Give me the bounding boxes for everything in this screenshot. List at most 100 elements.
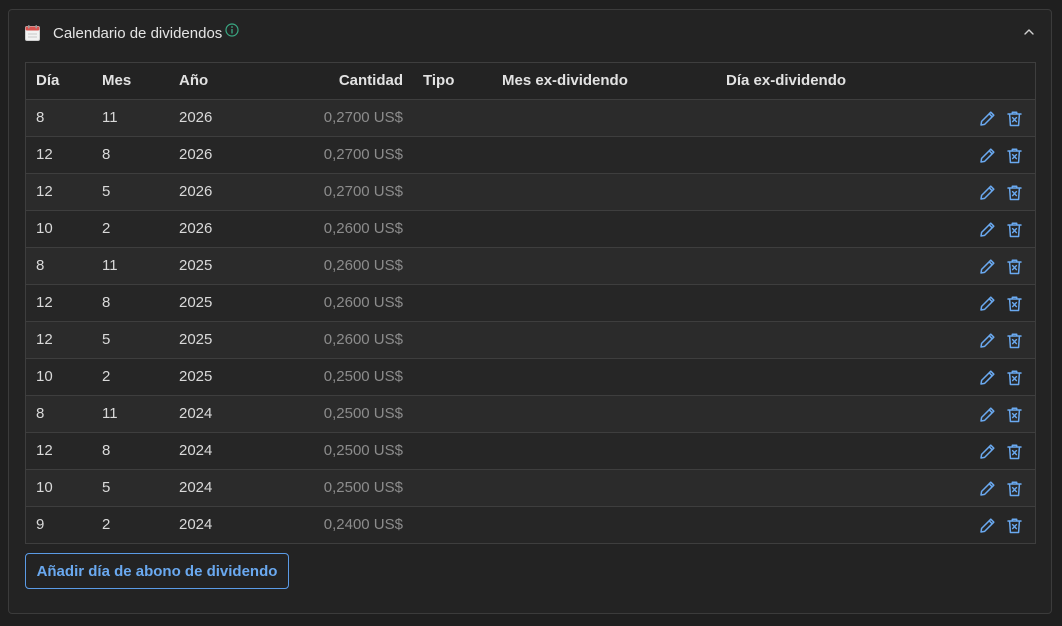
column-header-tipo: Tipo <box>423 72 455 89</box>
cell-ano: 2025 <box>179 257 213 274</box>
table-header-row: Día Mes Año Cantidad Tipo Mes ex-dividen… <box>26 63 1035 100</box>
cell-ano: 2025 <box>179 368 213 385</box>
cell-cantidad: 0,2700 US$ <box>323 146 403 163</box>
cell-cantidad: 0,2500 US$ <box>323 479 403 496</box>
trash-icon[interactable] <box>1006 406 1023 423</box>
pencil-icon[interactable] <box>979 295 996 312</box>
table-row: 8 11 2025 0,2600 US$ <box>26 248 1035 285</box>
dividend-table: Día Mes Año Cantidad Tipo Mes ex-dividen… <box>25 62 1036 544</box>
cell-ano: 2024 <box>179 516 213 533</box>
column-header-mes: Mes <box>102 72 132 89</box>
cell-mes: 11 <box>102 257 118 274</box>
cell-mes: 2 <box>102 516 111 533</box>
cell-mes: 8 <box>102 146 111 163</box>
cell-cantidad: 0,2600 US$ <box>323 220 403 237</box>
cell-ano: 2026 <box>179 183 213 200</box>
cell-dia: 8 <box>36 257 45 274</box>
cell-mes: 5 <box>102 331 111 348</box>
cell-dia: 8 <box>36 109 45 126</box>
cell-mes: 2 <box>102 368 111 385</box>
panel-header: Calendario de dividendos <box>9 10 1051 56</box>
column-header-mes-ex-dividendo: Mes ex-dividendo <box>502 72 628 89</box>
trash-icon[interactable] <box>1006 295 1023 312</box>
cell-ano: 2026 <box>179 109 213 126</box>
trash-icon[interactable] <box>1006 517 1023 534</box>
cell-cantidad: 0,2400 US$ <box>323 516 403 533</box>
trash-icon[interactable] <box>1006 184 1023 201</box>
cell-cantidad: 0,2700 US$ <box>323 109 403 126</box>
table-row: 10 2 2026 0,2600 US$ <box>26 211 1035 248</box>
cell-ano: 2025 <box>179 294 213 311</box>
column-header-dia: Día <box>36 72 60 89</box>
cell-mes: 8 <box>102 442 111 459</box>
cell-dia: 12 <box>36 331 53 348</box>
trash-icon[interactable] <box>1006 221 1023 238</box>
table-row: 12 5 2025 0,2600 US$ <box>26 322 1035 359</box>
column-header-dia-ex-dividendo: Día ex-dividendo <box>726 72 847 89</box>
add-dividend-day-button[interactable]: Añadir día de abono de dividendo <box>25 553 289 589</box>
table-row: 12 5 2026 0,2700 US$ <box>26 174 1035 211</box>
pencil-icon[interactable] <box>979 258 996 275</box>
cell-mes: 11 <box>102 405 118 422</box>
trash-icon[interactable] <box>1006 332 1023 349</box>
table-row: 12 8 2026 0,2700 US$ <box>26 137 1035 174</box>
pencil-icon[interactable] <box>979 147 996 164</box>
cell-cantidad: 0,2500 US$ <box>323 368 403 385</box>
pencil-icon[interactable] <box>979 480 996 497</box>
table-row: 12 8 2025 0,2600 US$ <box>26 285 1035 322</box>
cell-cantidad: 0,2600 US$ <box>323 294 403 311</box>
cell-mes: 5 <box>102 479 111 496</box>
cell-ano: 2026 <box>179 220 213 237</box>
cell-dia: 12 <box>36 294 53 311</box>
pencil-icon[interactable] <box>979 110 996 127</box>
column-header-ano: Año <box>179 72 209 89</box>
cell-ano: 2024 <box>179 479 213 496</box>
chevron-up-icon[interactable] <box>1023 26 1035 38</box>
pencil-icon[interactable] <box>979 332 996 349</box>
cell-cantidad: 0,2600 US$ <box>323 257 403 274</box>
cell-cantidad: 0,2500 US$ <box>323 405 403 422</box>
column-header-cantidad: Cantidad <box>338 72 403 89</box>
cell-dia: 12 <box>36 146 53 163</box>
trash-icon[interactable] <box>1006 110 1023 127</box>
pencil-icon[interactable] <box>979 221 996 238</box>
table-row: 9 2 2024 0,2400 US$ <box>26 507 1035 544</box>
cell-mes: 5 <box>102 183 111 200</box>
cell-cantidad: 0,2600 US$ <box>323 331 403 348</box>
table-row: 12 8 2024 0,2500 US$ <box>26 433 1035 470</box>
cell-mes: 8 <box>102 294 111 311</box>
table-row: 8 11 2024 0,2500 US$ <box>26 396 1035 433</box>
pencil-icon[interactable] <box>979 443 996 460</box>
trash-icon[interactable] <box>1006 443 1023 460</box>
table-row: 10 2 2025 0,2500 US$ <box>26 359 1035 396</box>
cell-dia: 12 <box>36 442 53 459</box>
cell-dia: 10 <box>36 220 53 237</box>
cell-ano: 2026 <box>179 146 213 163</box>
info-icon[interactable] <box>225 23 239 37</box>
pencil-icon[interactable] <box>979 406 996 423</box>
cell-ano: 2024 <box>179 405 213 422</box>
cell-mes: 11 <box>102 109 118 126</box>
cell-dia: 9 <box>36 516 45 533</box>
trash-icon[interactable] <box>1006 480 1023 497</box>
panel-title: Calendario de dividendos <box>53 25 223 42</box>
trash-icon[interactable] <box>1006 147 1023 164</box>
pencil-icon[interactable] <box>979 517 996 534</box>
trash-icon[interactable] <box>1006 369 1023 386</box>
cell-dia: 10 <box>36 479 53 496</box>
table-row: 8 11 2026 0,2700 US$ <box>26 100 1035 137</box>
pencil-icon[interactable] <box>979 184 996 201</box>
dividend-calendar-panel: Calendario de dividendos Día Mes Año Can… <box>8 9 1052 614</box>
cell-ano: 2025 <box>179 331 213 348</box>
cell-dia: 12 <box>36 183 53 200</box>
cell-mes: 2 <box>102 220 111 237</box>
table-row: 10 5 2024 0,2500 US$ <box>26 470 1035 507</box>
cell-cantidad: 0,2500 US$ <box>323 442 403 459</box>
trash-icon[interactable] <box>1006 258 1023 275</box>
cell-dia: 8 <box>36 405 45 422</box>
cell-cantidad: 0,2700 US$ <box>323 183 403 200</box>
calendar-icon <box>25 25 40 41</box>
cell-dia: 10 <box>36 368 53 385</box>
cell-ano: 2024 <box>179 442 213 459</box>
pencil-icon[interactable] <box>979 369 996 386</box>
